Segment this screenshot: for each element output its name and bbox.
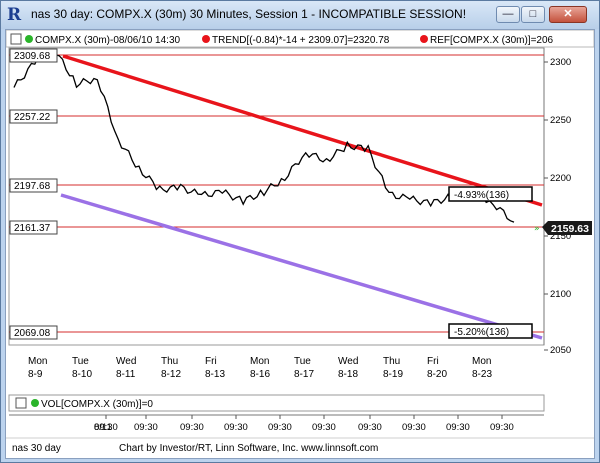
app-window: R nas 30 day: COMPX.X (30m) 30 Minutes, … — [0, 0, 600, 463]
ref-dot-icon — [420, 35, 428, 43]
time-tick-label: 09:30 — [402, 422, 426, 433]
x-axis-days: Mon 8-9 Tue 8-10 Wed 8-11 Thu 8-12 Fri 8-13 Mon 8-1… — [28, 356, 492, 380]
level-label: 2309.68 — [14, 51, 51, 62]
x-day-date: 8-17 — [294, 369, 314, 380]
x-day-date: 8-9 — [28, 369, 43, 380]
time-tick-label: 09:30 — [312, 422, 336, 433]
time-tick-label: 09:30 — [134, 422, 158, 433]
x-day-name: Wed — [338, 356, 358, 367]
percent-label-upper: -4.93%(136) — [454, 190, 509, 201]
x-day-date: 8-11 — [116, 369, 136, 380]
y-tick-label: 2300 — [550, 57, 571, 68]
time-tick-label: 09:30 — [180, 422, 204, 433]
time-axis: 8/1109:30 09:30 09:30 09:30 09:30 09:30 09:30 0… — [94, 415, 514, 433]
x-day-name: Mon — [28, 356, 47, 367]
level-label: 2161.37 — [14, 223, 51, 234]
window-title: nas 30 day: COMPX.X (30m) 30 Minutes, Se… — [31, 7, 467, 21]
trend-dot-icon — [202, 35, 210, 43]
x-day-date: 8-18 — [338, 369, 358, 380]
x-day-date: 8-23 — [472, 369, 492, 380]
series-label: COMPX.X (30m)-08/06/10 14:30 — [35, 35, 181, 46]
price-chart[interactable]: COMPX.X (30m)-08/06/10 14:30 TREND[(-0.8… — [6, 30, 594, 458]
x-day-name: Tue — [294, 356, 311, 367]
x-day-name: Fri — [205, 356, 217, 367]
trend-label: TREND[(-0.84)*-14 + 2309.07]=2320.78 — [212, 35, 390, 46]
level-label: 2069.08 — [14, 328, 51, 339]
maximize-button[interactable]: □ — [521, 6, 545, 23]
series-dot-icon — [25, 35, 33, 43]
app-logo-icon: R — [7, 5, 22, 25]
x-day-name: Wed — [116, 356, 136, 367]
volume-label: VOL[COMPX.X (30m)]=0 — [41, 399, 153, 410]
time-tick-label: 09:30 — [490, 422, 514, 433]
x-day-date: 8-19 — [383, 369, 403, 380]
volume-collapse-box[interactable] — [15, 397, 27, 409]
y-tick-label: 2200 — [550, 173, 571, 184]
time-tick-label: 09:30 — [358, 422, 382, 433]
y-axis: 2300 2250 2200 2150 2100 2050 — [544, 57, 571, 356]
x-day-date: 8-20 — [427, 369, 447, 380]
volume-dot-icon — [31, 399, 39, 407]
x-day-name: Mon — [472, 356, 491, 367]
x-day-name: Fri — [427, 356, 439, 367]
x-day-date: 8-16 — [250, 369, 270, 380]
x-day-name: Tue — [72, 356, 89, 367]
x-day-date: 8-12 — [161, 369, 181, 380]
time-tick-label: 09:30 — [446, 422, 470, 433]
x-day-date: 8-13 — [205, 369, 225, 380]
level-label: 2257.22 — [14, 112, 51, 123]
current-marker-icon: » — [534, 224, 540, 234]
time-tick-label: 09:30 — [94, 422, 118, 433]
x-day-date: 8-10 — [72, 369, 92, 380]
minimize-button[interactable]: — — [496, 6, 520, 23]
chart-area[interactable]: COMPX.X (30m)-08/06/10 14:30 TREND[(-0.8… — [5, 29, 595, 459]
y-tick-label: 2250 — [550, 115, 571, 126]
x-day-name: Mon — [250, 356, 269, 367]
ref-label: REF[COMPX.X (30m)]=206 — [430, 35, 554, 46]
y-tick-label: 2050 — [550, 345, 571, 356]
footer-credit: Chart by Investor/RT, Linn Software, Inc… — [119, 443, 378, 454]
time-tick-label: 09:30 — [224, 422, 248, 433]
y-tick-label: 2100 — [550, 289, 571, 300]
x-day-name: Thu — [383, 356, 400, 367]
header-collapse-box[interactable] — [10, 33, 22, 45]
level-label: 2197.68 — [14, 181, 51, 192]
title-bar[interactable]: R nas 30 day: COMPX.X (30m) 30 Minutes, … — [1, 1, 599, 29]
close-button[interactable]: ✕ — [549, 6, 587, 23]
time-tick-label: 09:30 — [268, 422, 292, 433]
percent-label-lower: -5.20%(136) — [454, 327, 509, 338]
current-price-value: 2159.63 — [551, 223, 589, 235]
x-day-name: Thu — [161, 356, 178, 367]
footer-left: nas 30 day — [12, 443, 61, 454]
